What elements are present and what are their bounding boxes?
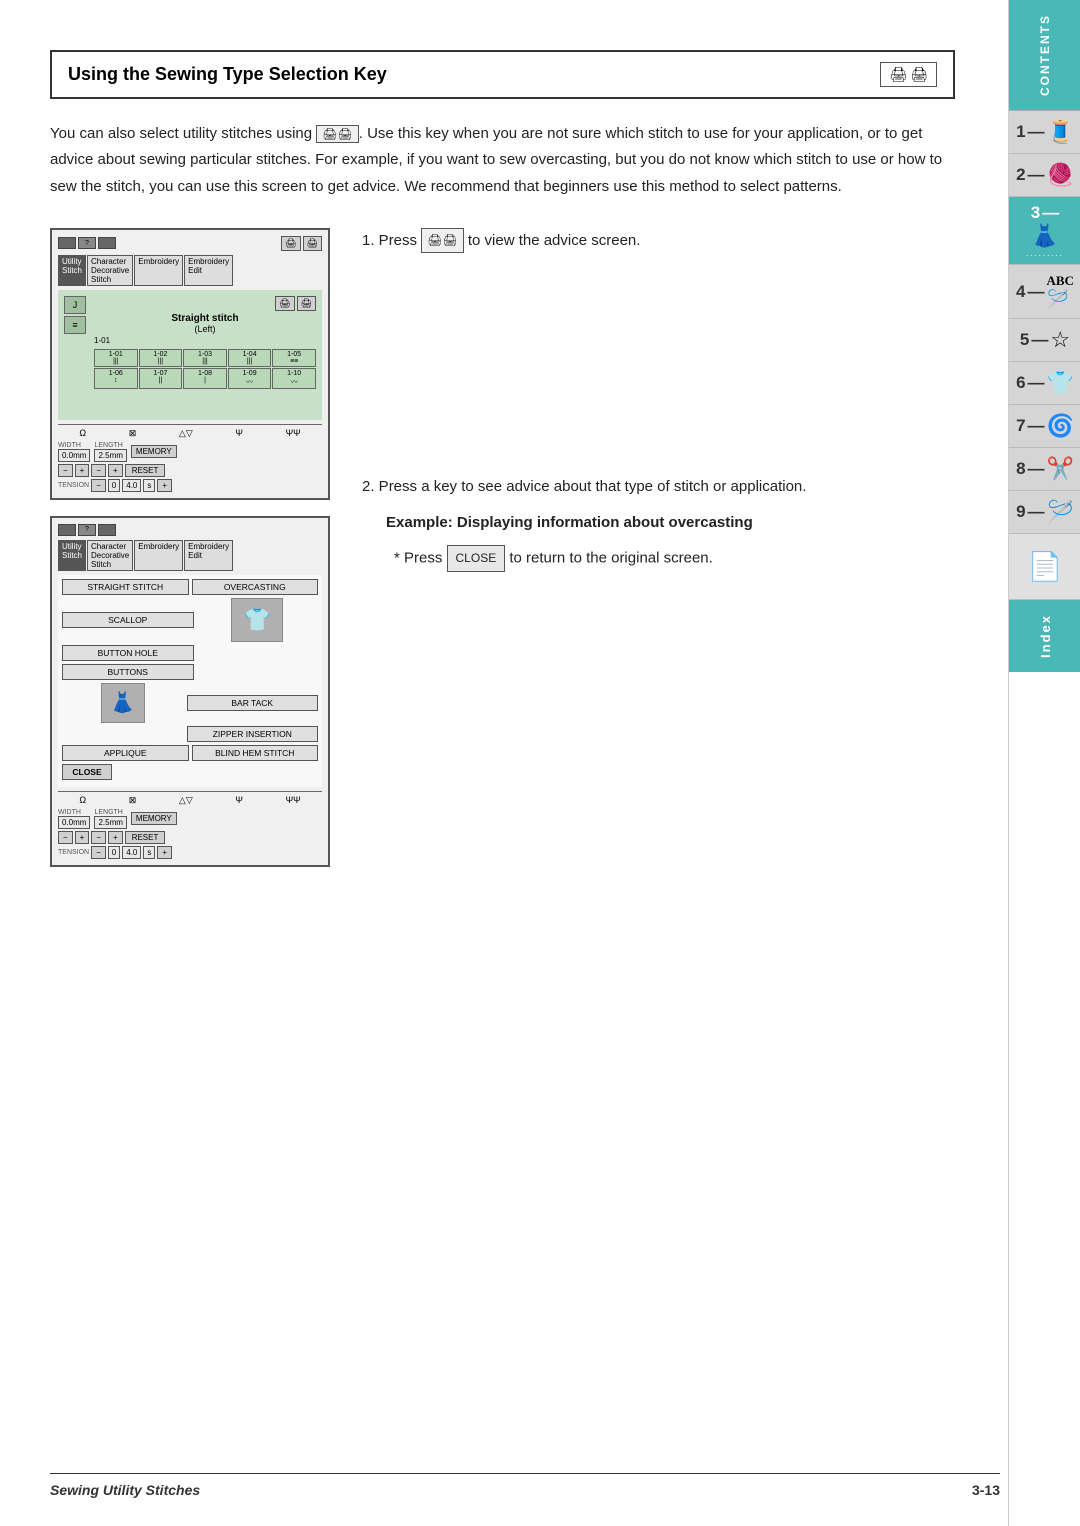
tab-4-num: 4 bbox=[1016, 282, 1025, 302]
tab-1-num: 1 bbox=[1016, 122, 1025, 142]
tab-1-icon: 🧵 bbox=[1047, 119, 1074, 145]
main-content: Using the Sewing Type Selection Key 🖨 🖨 … bbox=[0, 0, 1005, 967]
tab-9-num: 9 bbox=[1016, 502, 1025, 522]
sidebar-tab-1[interactable]: 1 — 🧵 bbox=[1009, 111, 1080, 154]
sidebar-tab-3[interactable]: 3 — 👗 ......... bbox=[1009, 197, 1080, 265]
tab-3-icon: 👗 bbox=[1031, 223, 1058, 249]
footer-left: Sewing Utility Stitches bbox=[50, 1482, 200, 1498]
intro-text: You can also select utility stitches usi… bbox=[50, 121, 955, 200]
two-column-layout: ? 🖨 🖨 UtilityStitch CharacterDecorativeS… bbox=[50, 228, 955, 867]
step-1: 1. Press 🖨🖨 to view the advice screen. bbox=[362, 228, 955, 254]
index-label: Index bbox=[1038, 614, 1053, 658]
tab-5-icon: ☆ bbox=[1050, 327, 1070, 353]
contents-label: CONTENTS bbox=[1038, 14, 1052, 96]
sidebar-tab-doc[interactable]: 📄 bbox=[1009, 534, 1080, 600]
close-button-screen[interactable]: CLOSE bbox=[62, 764, 112, 780]
example-line: Example: Displaying information about ov… bbox=[386, 510, 955, 536]
sidebar-tab-4[interactable]: 4 — ABC🪡 bbox=[1009, 265, 1080, 319]
sidebar: CONTENTS 1 — 🧵 2 — 🧶 3 — 👗 ......... 4 — bbox=[1008, 0, 1080, 1526]
sidebar-tab-6[interactable]: 6 — 👕 bbox=[1009, 362, 1080, 405]
tab-6-num: 6 bbox=[1016, 373, 1025, 393]
tab-4-icon: ABC🪡 bbox=[1047, 273, 1074, 310]
left-column: ? 🖨 🖨 UtilityStitch CharacterDecorativeS… bbox=[50, 228, 330, 867]
title-icons: 🖨 🖨 bbox=[880, 62, 937, 87]
tab-8-icon: ✂️ bbox=[1047, 456, 1074, 482]
return-line: * Press CLOSE to return to the original … bbox=[394, 545, 955, 572]
screen-2: ? UtilityStitch CharacterDecorativeStitc… bbox=[50, 516, 330, 867]
tab-2-num: 2 bbox=[1016, 165, 1025, 185]
tab-3-num: 3 bbox=[1031, 203, 1040, 223]
sidebar-tab-contents[interactable]: CONTENTS bbox=[1009, 0, 1080, 111]
tab-5-num: 5 bbox=[1020, 330, 1029, 350]
footer: Sewing Utility Stitches 3-13 bbox=[50, 1473, 1000, 1498]
tab-2-icon: 🧶 bbox=[1047, 162, 1074, 188]
sidebar-tab-9[interactable]: 9 — 🪡 bbox=[1009, 491, 1080, 534]
step1-btn-icon: 🖨🖨 bbox=[421, 228, 463, 253]
right-column: 1. Press 🖨🖨 to view the advice screen. 2… bbox=[362, 228, 955, 572]
sidebar-tab-7[interactable]: 7 — 🌀 bbox=[1009, 405, 1080, 448]
tab-6-icon: 👕 bbox=[1047, 370, 1074, 396]
sidebar-tab-5[interactable]: 5 — ☆ bbox=[1009, 319, 1080, 362]
screen-1: ? 🖨 🖨 UtilityStitch CharacterDecorativeS… bbox=[50, 228, 330, 500]
footer-right: 3-13 bbox=[972, 1482, 1000, 1498]
sidebar-tab-index[interactable]: Index bbox=[1009, 600, 1080, 672]
tab-1-dash: — bbox=[1028, 122, 1045, 142]
step-1-text: 1. Press 🖨🖨 to view the advice screen. bbox=[362, 228, 955, 254]
step-2: 2. Press a key to see advice about that … bbox=[362, 474, 955, 572]
sidebar-tab-8[interactable]: 8 — ✂️ bbox=[1009, 448, 1080, 491]
tab-8-num: 8 bbox=[1016, 459, 1025, 479]
page-title: Using the Sewing Type Selection Key bbox=[68, 64, 387, 85]
sidebar-tab-2[interactable]: 2 — 🧶 bbox=[1009, 154, 1080, 197]
doc-icon: 📄 bbox=[1028, 550, 1063, 583]
tab-9-icon: 🪡 bbox=[1047, 499, 1074, 525]
tab-7-icon: 🌀 bbox=[1047, 413, 1074, 439]
close-key: CLOSE bbox=[447, 545, 506, 572]
title-box: Using the Sewing Type Selection Key 🖨 🖨 bbox=[50, 50, 955, 99]
tab-7-num: 7 bbox=[1016, 416, 1025, 436]
step-2-text: 2. Press a key to see advice about that … bbox=[362, 474, 955, 500]
